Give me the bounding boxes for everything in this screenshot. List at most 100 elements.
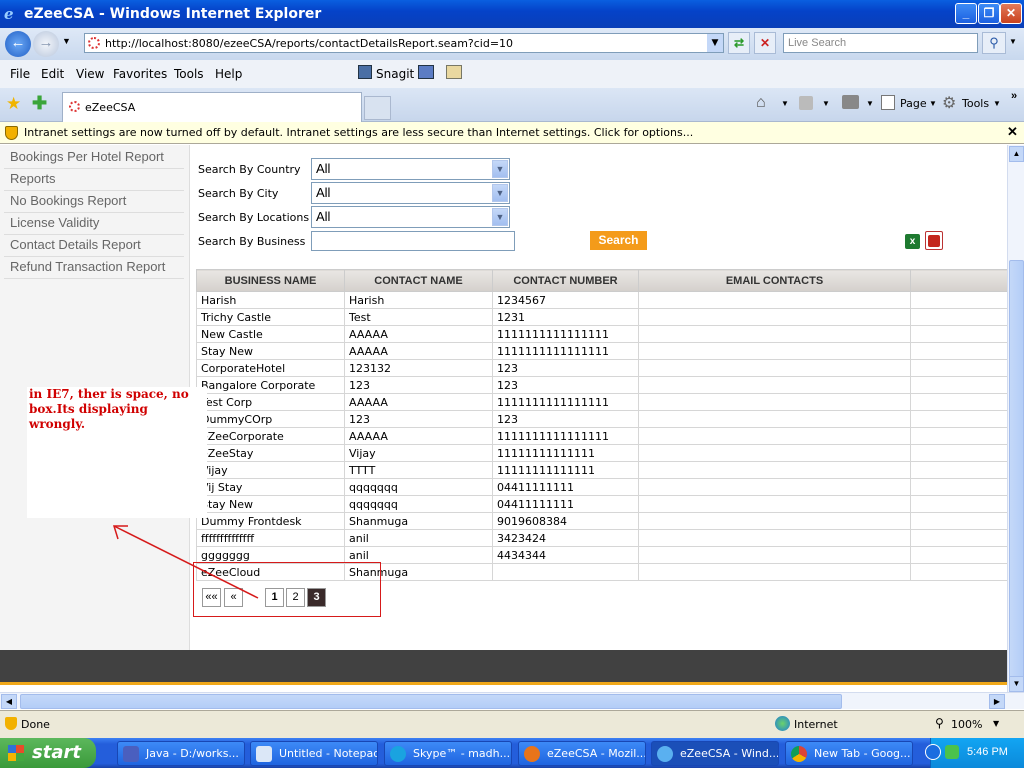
snagit-editor-icon[interactable] [446, 65, 462, 79]
feeds-icon[interactable] [799, 96, 813, 110]
clock[interactable]: 5:46 PM [967, 746, 1008, 758]
sidebar-item-reports[interactable]: Reports [4, 169, 184, 191]
header-email-contacts[interactable]: EMAIL CONTACTS [638, 269, 911, 292]
locations-select[interactable]: All ▼ [311, 206, 510, 228]
information-bar[interactable]: Intranet settings are now turned off by … [0, 122, 1024, 144]
cell-email-contacts [638, 291, 911, 309]
tools-dropdown-icon[interactable]: ▼ [993, 99, 1001, 108]
tab-ezeecsa[interactable]: eZeeCSA [62, 92, 362, 122]
menu-edit[interactable]: Edit [41, 67, 64, 81]
close-window-button[interactable]: ✕ [1000, 3, 1022, 24]
sidebar-item-contact-details[interactable]: Contact Details Report [4, 235, 184, 257]
refresh-button[interactable]: ⇄ [728, 32, 750, 54]
menu-view[interactable]: View [76, 67, 104, 81]
taskbar-item-notepad[interactable]: Untitled - Notepad [250, 741, 378, 766]
snagit-button[interactable]: Snagit [376, 67, 414, 81]
taskbar-item-ie[interactable]: eZeeCSA - Wind... [651, 741, 779, 766]
vertical-scrollbar[interactable]: ▲ ▼ [1007, 145, 1024, 693]
forward-button[interactable]: → [33, 31, 59, 57]
vertical-scroll-thumb[interactable] [1009, 260, 1024, 680]
pdf-export-icon[interactable] [925, 231, 943, 250]
taskbar-item-skype[interactable]: Skype™ - madh... [384, 741, 512, 766]
header-business-name[interactable]: BUSINESS NAME [196, 269, 345, 292]
magnifier-icon: ⚲ [989, 35, 999, 50]
header-contact-number[interactable]: CONTACT NUMBER [492, 269, 639, 292]
stop-icon: ✕ [759, 36, 771, 50]
stop-button[interactable]: ✕ [754, 32, 776, 54]
cell-contact-number: 1111111111111111 [492, 342, 639, 360]
menu-favorites[interactable]: Favorites [113, 67, 167, 81]
home-dropdown-icon[interactable]: ▼ [781, 99, 789, 108]
country-select[interactable]: All ▼ [311, 158, 510, 180]
cell-business-name: Stay New [196, 495, 345, 513]
scroll-left-icon[interactable]: ◀ [1, 694, 17, 709]
horizontal-scrollbar[interactable]: ◀ ▶ [0, 692, 1024, 709]
scroll-right-icon[interactable]: ▶ [989, 694, 1005, 709]
sidebar-item-no-bookings[interactable]: No Bookings Report [4, 191, 184, 213]
taskbar-item-firefox[interactable]: eZeeCSA - Mozil... [518, 741, 646, 766]
sidebar-item-bookings-per-hotel[interactable]: Bookings Per Hotel Report [4, 147, 184, 169]
taskbar-item-java[interactable]: Java - D:/works... [117, 741, 245, 766]
address-bar[interactable]: http://localhost:8080/ezeeCSA/reports/co… [84, 33, 724, 53]
tray-app-icon[interactable] [945, 745, 959, 759]
cell-email-contacts [638, 529, 911, 547]
back-button[interactable]: ← [5, 31, 31, 57]
restore-button[interactable]: ❐ [978, 3, 1000, 24]
start-button[interactable]: start [0, 738, 96, 768]
print-icon[interactable] [842, 95, 859, 109]
print-dropdown-icon[interactable]: ▼ [866, 99, 874, 108]
tools-menu-button[interactable]: Tools [962, 97, 989, 110]
search-button[interactable]: ⚲ [982, 32, 1006, 54]
annotation-note: in IE7, ther is space, no box.Its displa… [27, 387, 207, 518]
zoom-level[interactable]: 100% [951, 718, 982, 731]
scroll-down-icon[interactable]: ▼ [1009, 676, 1024, 692]
tray-collapse-icon[interactable] [925, 744, 941, 760]
menu-help[interactable]: Help [215, 67, 242, 81]
cell-spacer [910, 512, 1007, 530]
menu-tools[interactable]: Tools [174, 67, 204, 81]
favorites-star-icon[interactable]: ★ [6, 94, 21, 114]
taskbar-item-chrome[interactable]: New Tab - Goog... [785, 741, 913, 766]
locations-label: Search By Locations [198, 211, 310, 224]
sidebar-item-license-validity[interactable]: License Validity [4, 213, 184, 235]
cell-contact-number: 123 [492, 410, 639, 428]
feeds-dropdown-icon[interactable]: ▼ [822, 99, 830, 108]
address-dropdown-icon[interactable]: ▼ [707, 34, 723, 52]
zoom-dropdown-icon[interactable]: ▼ [993, 719, 999, 728]
sidebar-item-refund-transaction[interactable]: Refund Transaction Report [4, 257, 184, 279]
snagit-window-icon[interactable] [418, 65, 434, 79]
header-contact-name[interactable]: CONTACT NAME [344, 269, 493, 292]
horizontal-scroll-thumb[interactable] [20, 694, 842, 709]
locations-select-value: All [316, 209, 331, 224]
window-title: eZeeCSA - Windows Internet Explorer [24, 6, 322, 22]
page-footer-bar [0, 650, 1007, 685]
cell-spacer [910, 495, 1007, 513]
table-row: Stay New AAAAA 1111111111111111 [196, 342, 1007, 360]
cell-business-name: Vij Stay [196, 478, 345, 496]
home-icon[interactable]: ⌂ [756, 94, 766, 112]
cell-business-name: eZeeCorporate [196, 427, 345, 445]
page-dropdown-icon[interactable]: ▼ [929, 99, 937, 108]
minimize-button[interactable]: _ [955, 3, 977, 24]
add-favorites-icon[interactable]: ✚ [32, 93, 47, 114]
page-menu-button[interactable]: Page [900, 97, 927, 110]
shield-warning-icon [5, 126, 18, 140]
country-label: Search By Country [198, 163, 301, 176]
globe-icon [775, 716, 790, 731]
cell-contact-number [492, 563, 639, 581]
chevron-more-icon[interactable]: » [1011, 90, 1017, 102]
cell-spacer [910, 342, 1007, 360]
search-submit-button[interactable]: Search [590, 231, 647, 250]
excel-export-icon[interactable]: x [905, 234, 920, 249]
city-select[interactable]: All ▼ [311, 182, 510, 204]
scroll-up-icon[interactable]: ▲ [1009, 146, 1024, 162]
new-tab-button[interactable] [364, 96, 391, 120]
infobar-close-icon[interactable]: ✕ [1007, 124, 1018, 140]
live-search-input[interactable]: Live Search [783, 33, 978, 53]
business-search-input[interactable] [311, 231, 515, 251]
history-dropdown-icon[interactable]: ▼ [62, 36, 71, 46]
menu-file[interactable]: File [10, 67, 30, 81]
cell-contact-name: Vijay [344, 444, 493, 462]
search-options-icon[interactable]: ▼ [1009, 37, 1017, 46]
cell-email-contacts [638, 325, 911, 343]
